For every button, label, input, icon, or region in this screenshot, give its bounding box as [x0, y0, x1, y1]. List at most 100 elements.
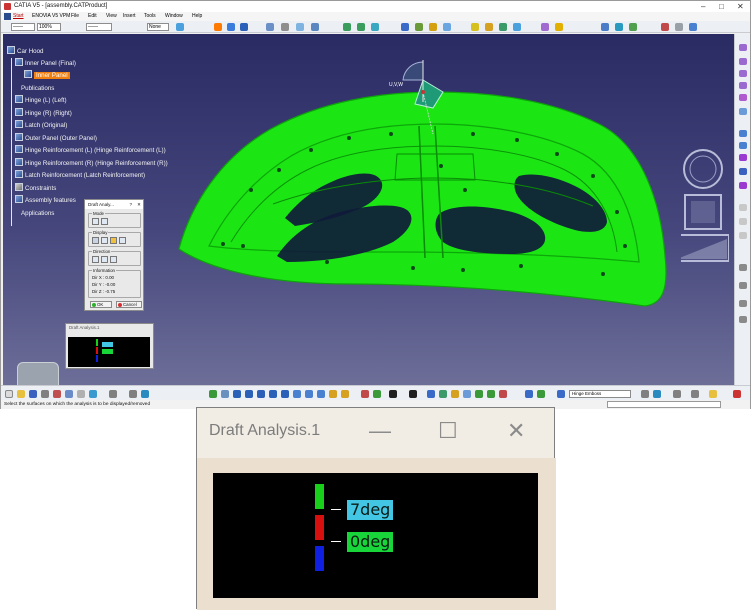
iso-view-icon[interactable]	[305, 390, 313, 398]
menu-file[interactable]: File	[71, 12, 79, 21]
zoomed-close-button[interactable]: ✕	[507, 418, 525, 444]
ruler-icon[interactable]	[691, 390, 699, 398]
undo-icon[interactable]	[89, 390, 97, 398]
edit-icon[interactable]	[739, 316, 747, 323]
cut-icon[interactable]	[739, 154, 747, 161]
split-icon[interactable]	[415, 23, 423, 31]
measure-tool-icon[interactable]	[361, 390, 369, 398]
inside-icon[interactable]	[119, 237, 126, 244]
measure-between-icon[interactable]	[739, 282, 747, 289]
shading-tool-icon[interactable]	[317, 390, 325, 398]
multi-view-tool-icon[interactable]	[293, 390, 301, 398]
measure-icon[interactable]	[661, 23, 669, 31]
pattern-icon[interactable]	[541, 23, 549, 31]
tree-item-assembly-features[interactable]: Assembly features	[15, 195, 76, 205]
line-style-combo[interactable]: ——	[11, 23, 35, 31]
extrude-icon[interactable]	[343, 23, 351, 31]
menu-tools[interactable]: Tools	[144, 12, 156, 21]
feature-combo[interactable]: Hinge Emboss	[569, 390, 631, 398]
zoom-in-icon[interactable]	[257, 390, 265, 398]
extract-icon[interactable]	[739, 108, 747, 115]
offset-icon[interactable]	[739, 58, 747, 65]
layer-combo[interactable]: None	[147, 23, 169, 31]
command-input[interactable]	[607, 401, 721, 408]
tree-item-hinge-l[interactable]: Hinge (L) (Left)	[15, 95, 67, 105]
camera-icon[interactable]	[389, 390, 397, 398]
multi-section-icon[interactable]	[739, 94, 747, 101]
paste-icon[interactable]	[77, 390, 85, 398]
save-icon[interactable]	[29, 390, 37, 398]
on-the-fly-icon[interactable]	[101, 237, 108, 244]
maximize-button[interactable]: □	[719, 1, 724, 12]
grid-icon[interactable]	[653, 390, 661, 398]
snap-icon[interactable]	[739, 264, 747, 271]
curvature-icon[interactable]	[629, 23, 637, 31]
tree-item-hinge-reinforcement-l[interactable]: Hinge Reinforcement (L) (Hinge Reinforce…	[15, 145, 166, 155]
menu-insert[interactable]: Insert	[123, 12, 136, 21]
angle-icon[interactable]	[739, 300, 747, 307]
rotate-icon[interactable]	[245, 390, 253, 398]
angle-constraint-icon[interactable]	[475, 390, 483, 398]
tree-item-inner-panel[interactable]: Inner Panel	[24, 70, 70, 80]
inertia-icon[interactable]	[675, 23, 683, 31]
invert-direction-icon[interactable]	[101, 256, 108, 263]
menu-start[interactable]: Start	[13, 12, 24, 21]
tree-item-hinge-reinforcement-r[interactable]: Hinge Reinforcement (R) (Hinge Reinforce…	[15, 158, 168, 168]
tree-item-constraints[interactable]: Constraints	[15, 183, 56, 193]
select-feature-icon[interactable]	[557, 390, 565, 398]
hide-show-icon[interactable]	[329, 390, 337, 398]
cancel-button[interactable]: Cancel	[116, 301, 142, 308]
menu-edit[interactable]: Edit	[88, 12, 97, 21]
menu-help[interactable]: Help	[192, 12, 202, 21]
shading-icon[interactable]	[739, 182, 747, 189]
symmetry-icon[interactable]	[485, 23, 493, 31]
fill-icon[interactable]	[739, 70, 747, 77]
surface-icon[interactable]	[739, 44, 747, 51]
transform-icon[interactable]	[471, 23, 479, 31]
sweep-icon[interactable]	[371, 23, 379, 31]
new-icon[interactable]	[5, 390, 13, 398]
catalog-icon[interactable]	[525, 390, 533, 398]
tree-item-applications[interactable]: Applications	[15, 208, 54, 218]
plane-icon[interactable]	[240, 23, 248, 31]
zoom-out-icon[interactable]	[269, 390, 277, 398]
law-icon[interactable]	[555, 23, 563, 31]
join-icon[interactable]	[401, 23, 409, 31]
record-icon[interactable]	[409, 390, 417, 398]
swap-visible-icon[interactable]	[341, 390, 349, 398]
fix-icon[interactable]	[487, 390, 495, 398]
fit-all-icon[interactable]	[221, 390, 229, 398]
macro-icon[interactable]	[709, 390, 717, 398]
knowledge-icon[interactable]	[141, 390, 149, 398]
hide-icon[interactable]	[739, 204, 747, 211]
draft-icon[interactable]	[601, 23, 609, 31]
compass-direction-icon[interactable]	[92, 256, 99, 263]
circle-icon[interactable]	[281, 23, 289, 31]
3d-viewport[interactable]: U,V,W Car Hood Inner Panel (Final) Inner…	[3, 34, 734, 385]
contact-icon[interactable]	[451, 390, 459, 398]
tree-item-outer-panel[interactable]: Outer Panel (Outer Panel)	[15, 133, 97, 143]
tree-item-latch-reinforcement[interactable]: Latch Reinforcement (Latch Reinforcement…	[15, 170, 145, 180]
open-icon[interactable]	[17, 390, 25, 398]
blend-icon[interactable]	[739, 82, 747, 89]
normal-view-tool-icon[interactable]	[281, 390, 289, 398]
boundary-icon[interactable]	[443, 23, 451, 31]
lock-direction-icon[interactable]	[110, 256, 117, 263]
fly-mode-icon[interactable]	[209, 390, 217, 398]
coincidence-icon[interactable]	[439, 390, 447, 398]
cut-tool-icon[interactable]	[53, 390, 61, 398]
tree-root[interactable]: Car Hood	[7, 46, 43, 56]
view-compass-widget[interactable]	[681, 149, 729, 269]
sketch-icon[interactable]	[689, 23, 697, 31]
ok-button[interactable]: OK	[90, 301, 112, 308]
analysis-icon[interactable]	[615, 23, 623, 31]
explode-icon[interactable]	[537, 390, 545, 398]
zoomed-minimize-button[interactable]: —	[369, 418, 391, 444]
affinity-icon[interactable]	[513, 23, 521, 31]
trim-icon[interactable]	[429, 23, 437, 31]
whats-this-icon[interactable]	[109, 390, 117, 398]
pan-icon[interactable]	[233, 390, 241, 398]
full-mode-icon[interactable]	[101, 218, 108, 225]
catia-menu-icon[interactable]	[4, 13, 11, 20]
helix-icon[interactable]	[311, 23, 319, 31]
